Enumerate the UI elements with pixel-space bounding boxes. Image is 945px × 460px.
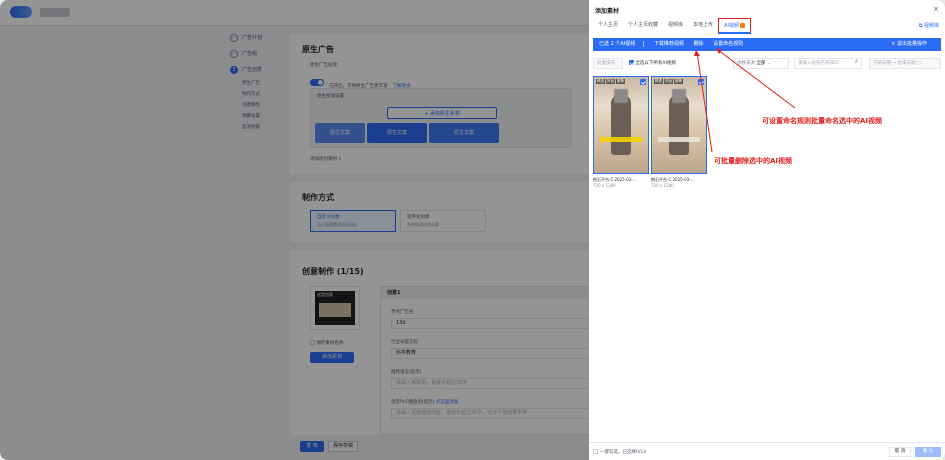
card-checkbox[interactable] [640, 79, 646, 85]
source-value: 全部 [756, 61, 766, 66]
card-checkbox[interactable] [698, 79, 704, 85]
search-input[interactable]: 请输入视频名称或ID [794, 58, 862, 69]
confirm-button[interactable]: 确 认 [915, 447, 941, 457]
blurred-face [672, 89, 686, 103]
select-summary-label: 一键勾选，已选择0/14 [600, 450, 647, 455]
ai-badge-icon [739, 23, 745, 28]
tag-list: 精选 好运 推荐 [654, 79, 683, 84]
tab-personal-favorites[interactable]: 个人主页收藏 [623, 18, 663, 34]
video-dimensions: 720 x 1280 [651, 183, 674, 188]
exit-bulk-button[interactable]: × 退出批量操作 [891, 38, 927, 51]
delete-annotation: 可批量删除选中的AI视频 [714, 157, 793, 165]
select-all-checkbox[interactable] [593, 449, 598, 454]
tab-personal-home[interactable]: 个人主页 [593, 18, 623, 34]
video-tag: 好运 [664, 79, 673, 84]
video-tag: 精选 [596, 79, 605, 84]
date-separator: → [892, 61, 897, 66]
date-range-picker[interactable]: 开始日期 → 结束日期 ▢ [869, 58, 941, 69]
add-material-drawer: 添加素材 × 个人主页 个人主页收藏 视频库 本地上传 AI视频 ⧉ 视频库 已… [589, 0, 945, 460]
delete-button[interactable]: 删除 [693, 41, 703, 47]
video-library-link[interactable]: ⧉ 视频库 [919, 22, 939, 29]
batch-operation-button[interactable]: 批量操作 [593, 58, 623, 69]
video-tag: 好运 [606, 79, 615, 84]
calendar-icon: ▢ [917, 61, 922, 66]
drawer-title: 添加素材 [595, 8, 620, 15]
link-label: 视频库 [923, 23, 939, 29]
source-label: 视频来源 [737, 61, 755, 66]
check-all-label: 全选以下所有AI视频 [635, 61, 676, 66]
selected-count: 已选 2 个AI视频 [599, 41, 636, 47]
tag-list: 精选 好运 推荐 [596, 79, 625, 84]
person-figure [611, 95, 631, 155]
drawer-footer: 一键勾选，已选择0/14 取 消 确 认 [589, 442, 945, 460]
divider [643, 40, 645, 47]
tab-video-library[interactable]: 视频库 [663, 18, 688, 34]
video-source-select[interactable]: 视频来源 全部 ⌄ [733, 58, 789, 69]
chevron-down-icon: ⌄ [766, 61, 771, 66]
date-start: 开始日期 [873, 61, 891, 66]
cancel-button[interactable]: 取 消 [889, 447, 911, 457]
date-end: 结束日期 [897, 61, 916, 66]
search-icon[interactable]: ⌕ [855, 58, 858, 66]
bulk-action-bar: 已选 2 个AI视频 下载推荐视频 删除 设置命名规则 × 退出批量操作 [593, 38, 941, 51]
caption-bar [658, 137, 700, 142]
check-all-checkbox[interactable] [629, 60, 634, 65]
source-tabs: 个人主页 个人主页收藏 视频库 本地上传 AI视频 [593, 18, 751, 34]
app-frame: ✓ 广告计划 ✓ 广告组 3 广告创意 原生广告 制作方式 创意制作 预算设置 监测链… [0, 0, 945, 460]
video-tag: 精选 [654, 79, 663, 84]
person-figure [669, 95, 689, 155]
select-summary: 一键勾选，已选择0/14 [593, 449, 646, 455]
ai-video-card[interactable]: 精选 好运 推荐 [651, 76, 707, 174]
tab-label: AI视频 [724, 23, 739, 29]
ai-video-card[interactable]: 精选 好运 推荐 [593, 76, 649, 174]
check-all-row: 全选以下所有AI视频 [629, 60, 676, 66]
close-icon[interactable]: × [933, 5, 939, 13]
tab-local-upload[interactable]: 本地上传 [688, 18, 718, 34]
video-tag: 推荐 [616, 79, 625, 84]
video-tag: 推荐 [674, 79, 683, 84]
download-recommended-button[interactable]: 下载推荐视频 [654, 41, 684, 47]
caption-bar [600, 137, 642, 142]
blurred-face [614, 89, 628, 103]
rename-annotation: 可设置命名规则批量命名选中的AI视频 [762, 117, 883, 125]
filter-row: 批量操作 全选以下所有AI视频 视频来源 全部 ⌄ 请输入视频名称或ID ⌕ 开… [593, 58, 941, 70]
tab-ai-video[interactable]: AI视频 [718, 18, 751, 34]
set-naming-rule-button[interactable]: 设置命名规则 [713, 41, 743, 47]
video-dimensions: 720 x 1280 [593, 183, 616, 188]
